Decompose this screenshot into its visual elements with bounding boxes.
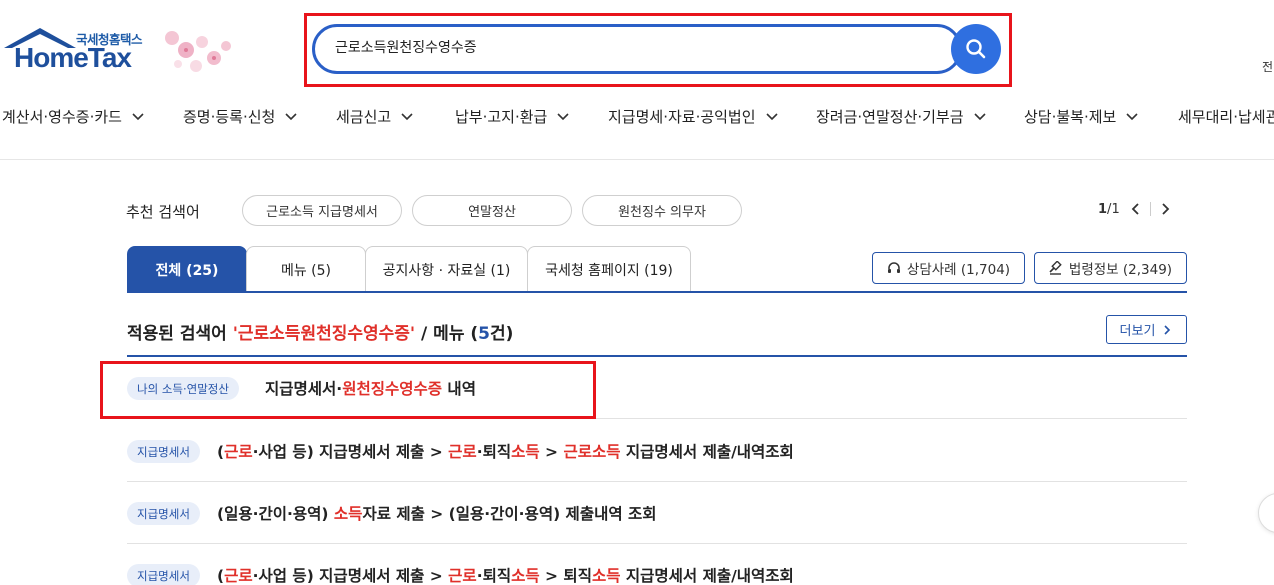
law-info-button[interactable]: 법령정보 (2,349) (1034, 252, 1187, 284)
result-keyword: '근로소득원천징수영수증' (232, 324, 416, 344)
result-count: 5 (478, 324, 490, 344)
text-part-highlight: 근로 (224, 443, 253, 461)
pager-divider (1149, 202, 1151, 216)
nav-item-consultation[interactable]: 상담·불복·제보 (1024, 106, 1138, 127)
result-link[interactable]: (근로·사업 등) 지급명세서 제출 > 근로·퇴직소득 > 퇴직소득 지급명세… (217, 564, 794, 585)
chevron-left-icon[interactable] (1128, 201, 1144, 217)
text-part: (일용·간이·용역) (217, 505, 334, 523)
category-badge: 지급명세서 (127, 502, 200, 525)
text-part-highlight: 소득 (511, 567, 540, 585)
law-info-label: 법령정보 (2,349) (1068, 262, 1173, 278)
chevron-down-icon (1126, 112, 1138, 120)
nav-item-certificates[interactable]: 증명·등록·신청 (183, 106, 297, 127)
result-link[interactable]: (근로·사업 등) 지급명세서 제출 > 근로·퇴직소득 > 근로소득 지급명세… (217, 440, 794, 462)
search-icon (966, 39, 986, 59)
nav-label: 세금신고 (336, 108, 392, 126)
row-highlight-frame (100, 361, 596, 419)
result-prefix: 적용된 검색어 (127, 324, 233, 344)
text-part: ·퇴직 (476, 567, 512, 585)
chevron-right-icon (1164, 324, 1171, 335)
cherry-blossom-icon (165, 31, 231, 72)
nav-label: 증명·등록·신청 (183, 108, 276, 126)
nav-item-receipts[interactable]: 계산서·영수증·카드 (2, 106, 144, 127)
recommended-chip[interactable]: 연말정산 (412, 195, 572, 226)
chevron-right-icon[interactable] (1157, 201, 1173, 217)
main-nav: 계산서·영수증·카드 증명·등록·신청 세금신고 납부·고지·환급 지급명세·자… (0, 100, 1274, 134)
floating-side-button[interactable] (1258, 493, 1274, 533)
logo-title: HomeTax (14, 42, 132, 73)
result-row[interactable]: 지급명세서 (근로·사업 등) 지급명세서 제출 > 근로·퇴직소득 > 퇴직소… (127, 544, 1187, 585)
chevron-down-icon (285, 112, 297, 120)
text-part-highlight: 소득 (591, 567, 621, 585)
text-part: > 퇴직 (539, 567, 592, 585)
result-row[interactable]: 지급명세서 (일용·간이·용역) 소득자료 제출 > (일용·간이·용역) 제출… (127, 482, 1187, 544)
category-badge: 지급명세서 (127, 564, 200, 585)
tab-all[interactable]: 전체 (25) (127, 246, 247, 292)
result-middle: / 메뉴 ( (415, 324, 479, 344)
chevron-down-icon (132, 112, 144, 120)
recommended-label: 추천 검색어 (126, 203, 200, 221)
result-link[interactable]: (일용·간이·용역) 소득자료 제출 > (일용·간이·용역) 제출내역 조회 (217, 502, 657, 524)
tab-underline (127, 291, 1187, 293)
recommended-pager: 1 / 1 (1098, 201, 1173, 217)
text-part-highlight: 근로소득 (563, 443, 621, 461)
chevron-down-icon (973, 112, 986, 120)
tab-notices[interactable]: 공지사항 · 자료실 (1) (365, 246, 528, 292)
result-heading: 적용된 검색어 '근로소득원천징수영수증' / 메뉴 (5건) (127, 319, 513, 344)
headset-icon (887, 262, 900, 273)
nav-label: 지급명세·자료·공익법인 (608, 108, 756, 126)
top-right-link[interactable]: 전 (1262, 58, 1273, 75)
text-part-highlight: 근로 (224, 567, 253, 585)
result-row[interactable]: 지급명세서 (근로·사업 등) 지급명세서 제출 > 근로·퇴직소득 > 근로소… (127, 420, 1187, 482)
hometax-logo[interactable]: 국세청홈택스 HomeTax (2, 22, 242, 82)
category-badge: 지급명세서 (127, 440, 200, 463)
text-part: ·사업 등) 지급명세서 제출 > (252, 443, 449, 461)
chevron-down-icon (765, 112, 778, 120)
text-part: ·사업 등) 지급명세서 제출 > (252, 567, 449, 585)
text-part-highlight: 근로 (448, 443, 477, 461)
text-part: 자료 제출 > (일용·간이·용역) 제출내역 조회 (362, 505, 657, 523)
text-part-highlight: 근로 (448, 567, 477, 585)
recommended-chip[interactable]: 근로소득 지급명세서 (242, 195, 402, 226)
recommended-chip[interactable]: 원천징수 의무자 (582, 195, 742, 226)
search-field[interactable] (312, 24, 962, 74)
search-input[interactable] (335, 39, 935, 55)
nav-label: 납부·고지·환급 (455, 108, 548, 126)
text-part-highlight: 소득 (333, 505, 363, 523)
consult-cases-button[interactable]: 상담사례 (1,704) (872, 252, 1025, 284)
chevron-down-icon (401, 112, 413, 120)
chevron-down-icon (557, 112, 569, 120)
text-part: 지급명세서 제출/내역조회 (620, 567, 794, 585)
text-part: > (539, 443, 564, 461)
result-suffix: 건) (490, 324, 514, 344)
text-part: 지급명세서 제출/내역조회 (620, 443, 794, 461)
consult-cases-label: 상담사례 (1,704) (906, 262, 1011, 278)
tab-nts-homepage[interactable]: 국세청 홈페이지 (19) (527, 246, 691, 292)
more-button[interactable]: 더보기 (1106, 315, 1187, 344)
more-label: 더보기 (1119, 324, 1156, 339)
page-current: 1 (1098, 201, 1108, 217)
text-part-highlight: 소득 (511, 443, 540, 461)
page-total: 1 (1111, 201, 1120, 217)
search-button[interactable] (951, 24, 1001, 74)
nav-item-year-end[interactable]: 장려금·연말정산·기부금 (816, 106, 986, 127)
nav-label: 세무대리·납세관 (1178, 108, 1274, 126)
nav-label: 장려금·연말정산·기부금 (816, 108, 964, 126)
nav-item-payment[interactable]: 납부·고지·환급 (455, 106, 569, 127)
tab-menu[interactable]: 메뉴 (5) (246, 246, 366, 292)
nav-item-tax-return[interactable]: 세금신고 (336, 106, 413, 127)
nav-label: 상담·불복·제보 (1024, 108, 1117, 126)
text-part: ·퇴직 (476, 443, 512, 461)
nav-divider (0, 159, 1274, 160)
nav-item-payment-statement[interactable]: 지급명세·자료·공익법인 (608, 106, 778, 127)
nav-item-tax-agent[interactable]: 세무대리·납세관 (1178, 106, 1274, 127)
hometax-search-page: 국세청홈택스 HomeTax 전 계산서·영수증·카드 증명·등록·신청 세금신… (0, 0, 1274, 585)
gavel-icon (1049, 261, 1062, 275)
nav-label: 계산서·영수증·카드 (2, 108, 122, 126)
